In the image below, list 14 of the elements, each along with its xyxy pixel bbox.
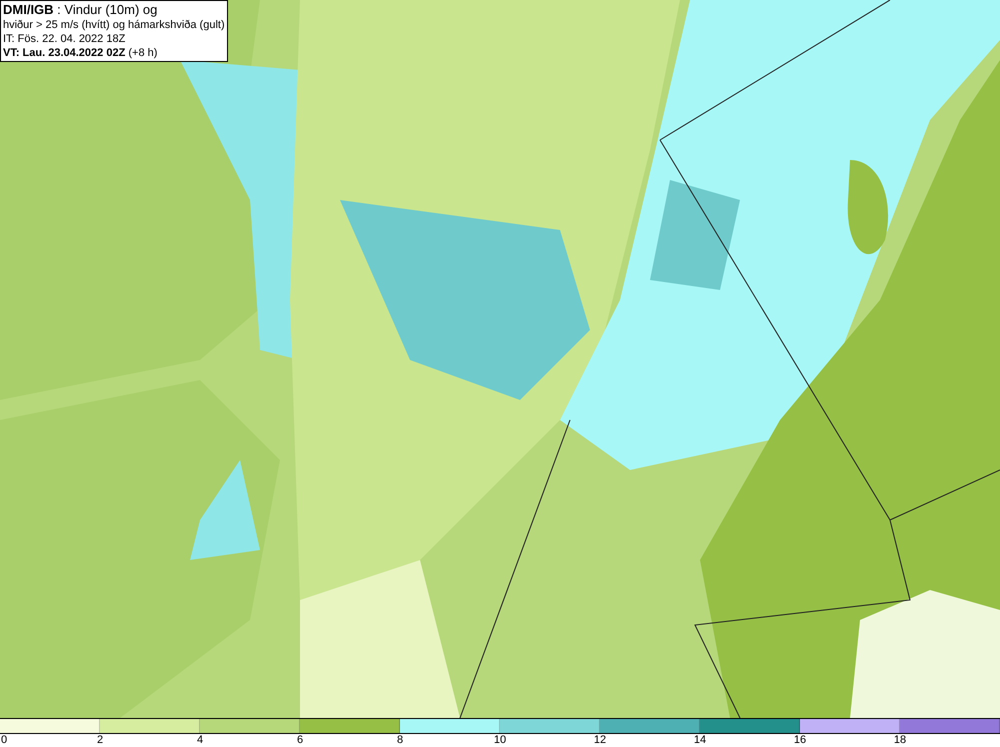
tick-label: 8 (396, 734, 404, 747)
title-line: hviður > 25 m/s (hvítt) og hámarkshviða (gult) (3, 18, 225, 32)
tick-label: 4 (196, 734, 204, 747)
tick-label: 18 (894, 734, 906, 747)
title-line: IT: Fös. 22. 04. 2022 18Z (3, 32, 126, 46)
tick-label: 16 (794, 734, 806, 747)
tick-label: 0 (0, 734, 8, 747)
title-line: VT: Lau. 23.04.2022 02Z (+8 h) (3, 46, 158, 60)
tick-label: 2 (96, 734, 104, 747)
title-line: DMI/IGB : Vindur (10m) og (3, 2, 158, 18)
tick-label: 14 (694, 734, 706, 747)
tick-label: 6 (296, 734, 304, 747)
tick-label: 10 (494, 734, 506, 747)
tick-label: 12 (594, 734, 606, 747)
